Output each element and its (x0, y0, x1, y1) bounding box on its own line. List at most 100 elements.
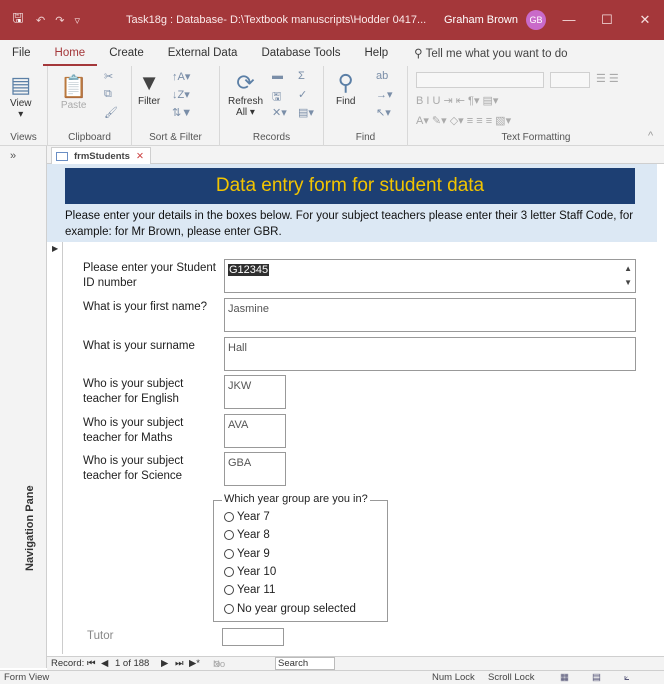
replace-icon[interactable]: ab (376, 70, 388, 82)
title-bar: 🖫 ↶ ↷ ▿ Task18g : Database- D:\Textbook … (0, 0, 664, 40)
radio-icon (224, 549, 234, 559)
form-instructions: Please enter your details in the boxes b… (65, 210, 634, 238)
format-painter-icon[interactable]: 🖌 (104, 106, 118, 119)
surname-field[interactable]: Hall (224, 337, 636, 371)
student-id-field[interactable]: G12345 ▲ ▼ (224, 259, 636, 293)
english-teacher-label: Who is your subject teacher for English (83, 378, 184, 405)
ribbon: ▤ View ▾ Views 📋 Paste ✂ ⧉ 🖌 Clipboard ▼… (0, 66, 664, 146)
first-name-field[interactable]: Jasmine (224, 298, 636, 332)
clipboard-group: 📋 Paste ✂ ⧉ 🖌 Clipboard (48, 66, 132, 146)
tutor-field[interactable] (222, 628, 284, 646)
radio-icon (224, 530, 234, 540)
spelling-icon[interactable]: ✓ (298, 88, 307, 101)
option-no-year-group[interactable]: No year group selected (224, 603, 356, 615)
maths-teacher-label: Who is your subject teacher for Maths (83, 417, 184, 444)
more-icon[interactable]: ▤▾ (298, 106, 314, 119)
first-record-icon[interactable]: ⏮ (87, 658, 96, 669)
new-record-icon[interactable]: ▬ (272, 70, 283, 82)
record-navigation-bar: Record: ⏮ ◀ 1 of 188 ▶ ⏭ ▶* ⊘ No Filter … (47, 656, 664, 681)
form-view-icon[interactable]: ▦ (560, 672, 569, 683)
student-id-label: Please enter your Student ID number (83, 262, 216, 289)
save-record-icon[interactable]: 🖫 (272, 88, 281, 107)
english-teacher-field[interactable]: JKW (224, 375, 286, 409)
option-year-7[interactable]: Year 7 (224, 511, 270, 523)
option-label: Year 10 (237, 566, 277, 578)
scroll-lock-indicator: Scroll Lock (488, 672, 535, 683)
delete-record-icon[interactable]: ✕▾ (272, 106, 287, 119)
tab-create[interactable]: Create (97, 40, 156, 66)
paste-label: Paste (60, 100, 87, 111)
tab-frmstudents[interactable]: frmStudents ✕ (51, 147, 151, 164)
tell-me-search[interactable]: ⚲ Tell me what you want to do (414, 46, 567, 60)
next-record-icon[interactable]: ▶ (161, 658, 168, 669)
records-group-label: Records (252, 132, 291, 143)
bold-italic-underline-icon[interactable]: B I U ⇥ ⇤ ¶▾ ▤▾ (416, 94, 498, 107)
avatar[interactable]: GB (525, 10, 546, 30)
select-icon[interactable]: ↖▾ (376, 106, 391, 119)
refresh-all-button[interactable]: ⟳ Refresh All ▾ (228, 70, 263, 118)
filter-label: Filter (138, 96, 161, 107)
tab-external-data[interactable]: External Data (156, 40, 250, 66)
user-name[interactable]: Graham Brown (444, 14, 518, 26)
expand-pane-icon[interactable]: » (10, 150, 16, 162)
option-year-9[interactable]: Year 9 (224, 548, 270, 560)
paste-button[interactable]: 📋 Paste (60, 74, 87, 111)
previous-record-icon[interactable]: ◀ (101, 658, 108, 669)
scroll-arrows-icon[interactable]: ▲ ▼ (624, 262, 632, 290)
save-icon[interactable]: 🖫 (0, 9, 36, 31)
close-icon[interactable]: ✕ (626, 12, 664, 28)
option-year-10[interactable]: Year 10 (224, 566, 276, 578)
first-name-label: What is your first name? (83, 301, 207, 313)
view-button[interactable]: ▤ View ▾ (10, 72, 32, 120)
datasheet-view-icon[interactable]: ▤ (592, 672, 601, 683)
font-color-icon[interactable]: A▾ ✎▾ ◇▾ ≡ ≡ ≡ ▧▾ (416, 114, 511, 127)
totals-icon[interactable]: Σ (298, 70, 305, 82)
record-selector[interactable]: ▶ (47, 242, 63, 654)
tab-file[interactable]: File (0, 40, 43, 66)
customize-qat-icon[interactable]: ▿ (74, 14, 80, 27)
records-group: ⟳ Refresh All ▾ ▬ 🖫 ✕▾ Σ ✓ ▤▾ Records (220, 66, 324, 146)
find-button[interactable]: ⚲ Find (336, 70, 355, 107)
option-year-8[interactable]: Year 8 (224, 529, 270, 541)
go-to-icon[interactable]: →▾ (376, 88, 393, 101)
current-record-field[interactable]: 1 of 188 (115, 658, 149, 669)
refresh-all-label: All ▾ (236, 107, 255, 118)
toggle-filter-icon[interactable]: ⇅▼ (172, 106, 192, 119)
tab-home[interactable]: Home (42, 40, 98, 66)
maximize-icon[interactable]: ☐ (588, 12, 626, 28)
sort-descending-icon[interactable]: ↓Z▾ (172, 88, 190, 101)
close-tab-icon[interactable]: ✕ (136, 151, 144, 162)
text-formatting-group-label: Text Formatting (501, 132, 571, 143)
cut-icon[interactable]: ✂ (104, 70, 113, 83)
form-header: Data entry form for student data Please … (47, 164, 657, 242)
bullets-icon[interactable]: ☰ ☰ (596, 72, 619, 85)
new-record-nav-icon[interactable]: ▶* (189, 658, 200, 669)
surname-label: What is your surname (83, 340, 195, 352)
tab-label: frmStudents (74, 150, 130, 162)
navigation-pane[interactable]: » Navigation Pane (0, 146, 47, 668)
science-teacher-field[interactable]: GBA (224, 452, 286, 486)
redo-icon[interactable]: ↷ (55, 14, 64, 27)
radio-icon (224, 567, 234, 577)
record-label: Record: (51, 658, 85, 669)
font-size-select[interactable] (550, 72, 590, 88)
refresh-all-text: All (236, 107, 248, 118)
font-name-select[interactable] (416, 72, 544, 88)
option-year-11[interactable]: Year 11 (224, 584, 275, 596)
option-label: No year group selected (237, 603, 356, 615)
collapse-ribbon-icon[interactable]: ^ (648, 130, 653, 142)
filter-button[interactable]: ▼ Filter (138, 70, 160, 107)
record-search-input[interactable]: Search (275, 657, 335, 670)
tab-database-tools[interactable]: Database Tools (249, 40, 352, 66)
science-teacher-label: Who is your subject teacher for Science (83, 455, 184, 482)
design-view-icon[interactable]: ⟀ (624, 672, 630, 683)
maths-teacher-field[interactable]: AVA (224, 414, 286, 448)
undo-icon[interactable]: ↶ (36, 14, 45, 27)
last-record-icon[interactable]: ⏭ (175, 658, 184, 669)
sort-ascending-icon[interactable]: ↑A▾ (172, 70, 190, 83)
form-icon (56, 151, 68, 161)
minimize-icon[interactable]: — (550, 12, 588, 28)
tab-help[interactable]: Help (353, 40, 401, 66)
find-label: Find (336, 96, 356, 107)
copy-icon[interactable]: ⧉ (104, 88, 112, 101)
